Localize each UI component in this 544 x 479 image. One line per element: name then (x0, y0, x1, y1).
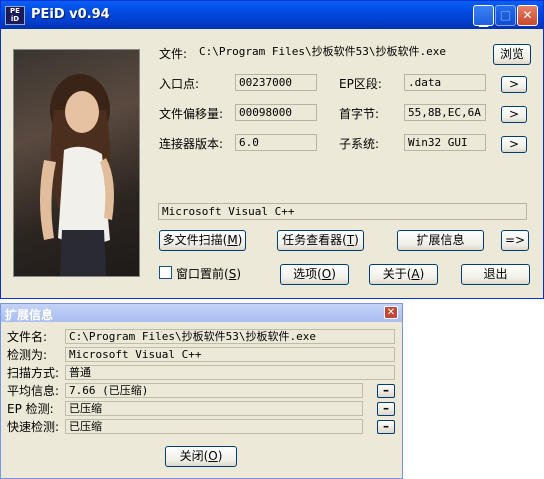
ext-close-paren: ) (217, 449, 223, 463)
peid-logo-icon: PE iD (5, 6, 25, 25)
multi-scan-paren: ) (237, 233, 243, 247)
extended-info-window: 扩展信息 ✕ 文件名: C:\Program Files\抄板软件53\抄板软件… (0, 303, 403, 479)
options-text: 选项( (293, 267, 322, 281)
ext-detected-as-field[interactable]: Microsoft Visual C++ (65, 347, 395, 362)
ep-section-field[interactable]: .data (404, 74, 486, 91)
ext-ep-check-field[interactable]: 已压缩 (65, 401, 363, 416)
about-text: 关于( (382, 267, 412, 281)
options-button[interactable]: 选项(O) (280, 264, 349, 285)
close-icon: ✕ (522, 8, 533, 22)
options-paren: ) (331, 267, 336, 281)
ext-fast-check-minus-button[interactable]: – (377, 420, 395, 434)
ext-filename-label: 文件名: (7, 330, 48, 344)
exit-button[interactable]: 退出 (461, 264, 530, 285)
file-label: 文件: (159, 47, 188, 61)
stay-on-top-paren: ) (236, 267, 241, 281)
ext-close-hotkey: O (208, 449, 218, 463)
main-titlebar[interactable]: PE iD PEiD v0.94 ▁ □ ✕ (1, 1, 543, 29)
extended-info-button[interactable]: 扩展信息 (397, 230, 484, 251)
maximize-button[interactable]: □ (495, 5, 516, 26)
close-button[interactable]: ✕ (517, 5, 538, 26)
ext-fast-check-field[interactable]: 已压缩 (65, 419, 363, 434)
ext-ep-check-label: EP 检测: (7, 402, 54, 416)
options-hotkey: O (321, 267, 332, 281)
entry-point-field[interactable]: 00237000 (235, 74, 317, 91)
stay-on-top-text: 窗口置前( (176, 267, 229, 281)
window-title: PEiD v0.94 (31, 7, 110, 22)
detection-result-field[interactable]: Microsoft Visual C++ (158, 203, 527, 220)
subsystem-field[interactable]: Win32 GUI (404, 134, 486, 151)
about-paren: ) (419, 267, 425, 281)
ep-section-label: EP区段: (339, 77, 382, 91)
ext-close-x-button[interactable]: ✕ (384, 306, 398, 319)
plugins-more-button[interactable]: => (501, 230, 529, 251)
ext-ep-check-minus-button[interactable]: – (377, 402, 395, 416)
task-viewer-text: 任务查看器( (282, 233, 347, 247)
ext-titlebar[interactable]: 扩展信息 ✕ (1, 304, 402, 322)
subsystem-details-button[interactable]: > (501, 136, 527, 153)
minimize-button[interactable]: ▁ (473, 5, 494, 27)
ext-detected-as-label: 检测为: (7, 348, 48, 362)
about-button[interactable]: 关于(A) (369, 264, 438, 285)
linker-version-field[interactable]: 6.0 (235, 134, 317, 151)
file-offset-label: 文件偏移量: (159, 107, 224, 121)
task-viewer-paren: ) (354, 233, 359, 247)
file-offset-field[interactable]: 00098000 (235, 104, 317, 121)
multi-scan-hotkey: M (227, 233, 238, 247)
ext-scan-mode-field[interactable]: 普通 (65, 365, 395, 380)
maximize-icon: □ (499, 8, 512, 22)
first-bytes-field[interactable]: 55,8B,EC,6A (404, 104, 486, 121)
about-hotkey: A (411, 267, 420, 281)
browse-button[interactable]: 浏览 (493, 44, 531, 65)
ext-entropy-label: 平均信息: (7, 384, 60, 398)
linker-version-label: 连接器版本: (159, 137, 224, 151)
stay-on-top-label[interactable]: 窗口置前(S) (176, 265, 241, 282)
first-bytes-label: 首字节: (339, 107, 380, 121)
ep-section-details-button[interactable]: > (501, 76, 527, 93)
peid-main-window: PE iD PEiD v0.94 ▁ □ ✕ 文件: C:\Program Fi… (0, 0, 544, 299)
first-bytes-details-button[interactable]: > (501, 106, 527, 123)
multi-file-scan-button[interactable]: 多文件扫描(M) (159, 230, 246, 251)
ext-close-button[interactable]: 关闭(O) (165, 446, 237, 467)
skin-photo-image (13, 49, 140, 277)
woman-portrait-icon (40, 74, 114, 276)
ext-entropy-minus-button[interactable]: – (377, 384, 395, 398)
file-path-field[interactable]: C:\Program Files\抄板软件53\抄板软件.exe (196, 44, 488, 61)
subsystem-label: 子系统: (339, 137, 380, 151)
ext-window-title: 扩展信息 (5, 308, 54, 322)
entry-point-label: 入口点: (159, 77, 200, 91)
multi-scan-text: 多文件扫描( (162, 233, 228, 247)
ext-fast-check-label: 快速检测: (7, 420, 60, 434)
ext-entropy-field[interactable]: 7.66 (已压缩) (65, 383, 363, 398)
close-icon: ✕ (386, 307, 396, 318)
stay-on-top-checkbox[interactable] (159, 266, 172, 279)
ext-close-text: 关闭( (179, 449, 209, 463)
task-viewer-button[interactable]: 任务查看器(T) (277, 230, 364, 251)
ext-filename-field[interactable]: C:\Program Files\抄板软件53\抄板软件.exe (65, 329, 395, 344)
ext-scan-mode-label: 扫描方式: (7, 366, 60, 380)
minimize-icon: ▁ (478, 13, 489, 27)
